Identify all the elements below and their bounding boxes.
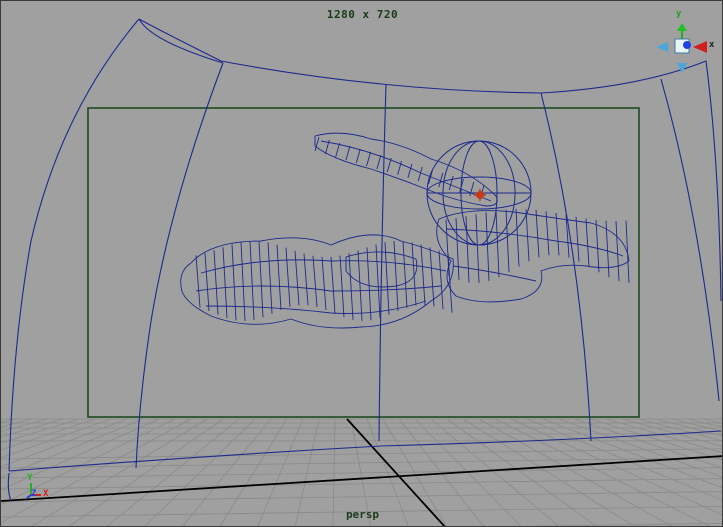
resolution-gate — [87, 107, 640, 418]
axis-x-label: X — [43, 489, 49, 499]
cloud-mesh-large[interactable] — [180, 234, 454, 329]
perspective-viewport[interactable]: 1280 x 720 persp y x Y Z X — [0, 0, 723, 527]
view-cube-axis-y-label: y — [676, 9, 682, 19]
resolution-label: 1280 x 720 — [326, 8, 399, 21]
cloud-mesh-right[interactable] — [436, 209, 630, 303]
axis-y-label: Y — [27, 473, 33, 483]
view-cube-axis-x-label: x — [709, 40, 715, 50]
axis-z-label: Z — [31, 489, 37, 499]
camera-name-label[interactable]: persp — [1, 508, 722, 521]
cylinder-wireframe[interactable] — [7, 18, 722, 502]
scene-canvas[interactable] — [1, 1, 723, 527]
cloud-mesh-upper[interactable] — [314, 132, 498, 207]
selection-pivot-icon[interactable] — [474, 189, 486, 201]
view-cube-icon[interactable] — [656, 23, 707, 73]
